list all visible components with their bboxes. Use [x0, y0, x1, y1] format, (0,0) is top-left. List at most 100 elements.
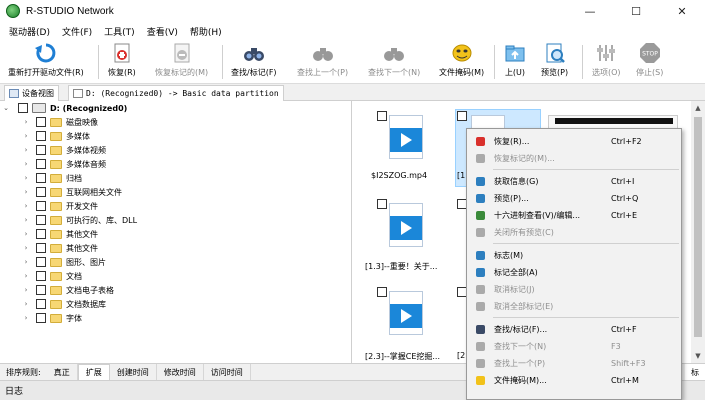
tree-item-checkbox[interactable]: [36, 257, 46, 267]
expand-icon[interactable]: ›: [22, 188, 30, 196]
menu-tools[interactable]: 工具(T): [98, 25, 141, 38]
expand-icon[interactable]: ›: [22, 202, 30, 210]
context-menu-item[interactable]: 预览(P)... Ctrl+Q: [467, 190, 681, 206]
maximize-button[interactable]: ☐: [613, 0, 659, 22]
tree-item-checkbox[interactable]: [36, 187, 46, 197]
file-checkbox[interactable]: [457, 111, 467, 121]
close-button[interactable]: ✕: [659, 0, 705, 22]
tree-item-checkbox[interactable]: [36, 201, 46, 211]
context-menu-item[interactable]: 获取信息(G) Ctrl+I: [467, 173, 681, 189]
file-checkbox[interactable]: [377, 111, 387, 121]
expand-icon[interactable]: ›: [22, 314, 30, 322]
scroll-up-icon[interactable]: ▲: [691, 101, 705, 115]
file-tile[interactable]: [2.3]--掌握CE挖掘...: [365, 285, 467, 373]
expand-icon[interactable]: ›: [22, 286, 30, 294]
tree-item[interactable]: › 文档数据库: [0, 297, 352, 311]
context-menu-item[interactable]: 十六进制查看(V)/编辑... Ctrl+E: [467, 207, 681, 223]
tree-item-checkbox[interactable]: [36, 131, 46, 141]
menu-file[interactable]: 文件(F): [56, 25, 98, 38]
context-menu-item[interactable]: 关闭所有预览(C): [467, 224, 681, 240]
expand-icon[interactable]: ›: [22, 160, 30, 168]
tree-item[interactable]: › 归档: [0, 171, 352, 185]
tree-item[interactable]: › 图形、图片: [0, 255, 352, 269]
expand-icon[interactable]: ›: [22, 244, 30, 252]
menu-drive[interactable]: 驱动器(D): [3, 25, 56, 38]
stop-button[interactable]: STOP 停止(S): [636, 42, 663, 82]
find-next-button[interactable]: 查找下一个(N): [368, 42, 420, 82]
vertical-scrollbar[interactable]: ▲ ▼: [691, 101, 705, 363]
tree-item-checkbox[interactable]: [36, 117, 46, 127]
tree-item[interactable]: › 文档电子表格: [0, 283, 352, 297]
tree-item-checkbox[interactable]: [36, 313, 46, 323]
tree-item-checkbox[interactable]: [36, 159, 46, 169]
preview-button[interactable]: 预览(P): [541, 42, 568, 82]
tree-item-checkbox[interactable]: [36, 173, 46, 183]
expand-icon[interactable]: ›: [22, 300, 30, 308]
find-prev-button[interactable]: 查找上一个(P): [297, 42, 348, 82]
file-tile[interactable]: [1.3]--重要！关于...: [365, 197, 467, 285]
expand-icon[interactable]: ›: [22, 216, 30, 224]
context-menu-item[interactable]: 标志(M): [467, 247, 681, 263]
tree-item-checkbox[interactable]: [36, 271, 46, 281]
sort-tab-mark[interactable]: 标: [685, 364, 705, 380]
context-menu-item[interactable]: 取消标记(J): [467, 281, 681, 297]
tree-item[interactable]: › 多媒体音频: [0, 157, 352, 171]
sort-tab-modified[interactable]: 修改时间: [157, 364, 204, 380]
up-button[interactable]: 上(U): [504, 42, 526, 82]
expand-icon[interactable]: ›: [22, 230, 30, 238]
context-menu-item[interactable]: 文件掩码(M)... Ctrl+M: [467, 372, 681, 388]
expand-icon[interactable]: ›: [22, 272, 30, 280]
tree-root-checkbox[interactable]: [18, 103, 28, 113]
menu-view[interactable]: 查看(V): [141, 25, 184, 38]
context-menu-item[interactable]: 查找下一个(N) F3: [467, 338, 681, 354]
file-checkbox[interactable]: [377, 287, 387, 297]
tree-item-checkbox[interactable]: [36, 229, 46, 239]
tab-device-view[interactable]: 设备视图: [4, 85, 59, 101]
file-mask-button[interactable]: 文件掩码(M): [439, 42, 484, 82]
tree-item-checkbox[interactable]: [36, 145, 46, 155]
tree-item-checkbox[interactable]: [36, 243, 46, 253]
tree-item[interactable]: › 开发文件: [0, 199, 352, 213]
tree-item[interactable]: › 多媒体视频: [0, 143, 352, 157]
options-button[interactable]: 选项(O): [592, 42, 621, 82]
tree-item-checkbox[interactable]: [36, 299, 46, 309]
tab-partition-path[interactable]: D: (Recognized0) -> Basic data partition: [68, 85, 284, 101]
context-menu-item[interactable]: 查找上一个(P) Shift+F3: [467, 355, 681, 371]
tree-item[interactable]: › 多媒体: [0, 129, 352, 143]
collapse-icon[interactable]: ⌄: [2, 104, 10, 112]
menu-help[interactable]: 帮助(H): [184, 25, 228, 38]
expand-icon[interactable]: ›: [22, 118, 30, 126]
context-menu-item[interactable]: 查找/标记(F)... Ctrl+F: [467, 321, 681, 337]
recover-button[interactable]: 恢复(R): [108, 42, 136, 82]
context-menu-item[interactable]: 恢复标记的(M)...: [467, 150, 681, 166]
tree-item[interactable]: › 其他文件: [0, 227, 352, 241]
tree-item[interactable]: › 互联网相关文件: [0, 185, 352, 199]
find-mark-button[interactable]: 查找/标记(F): [231, 42, 277, 82]
tree-item[interactable]: › 字体: [0, 311, 352, 325]
reopen-drive-button[interactable]: 重新打开驱动文件(R): [8, 42, 84, 82]
file-checkbox[interactable]: [377, 199, 387, 209]
expand-icon[interactable]: ›: [22, 132, 30, 140]
sort-tab-extension[interactable]: 扩展: [77, 364, 110, 380]
tree-root[interactable]: ⌄ D: (Recognized0): [0, 101, 352, 115]
tree-item[interactable]: › 文档: [0, 269, 352, 283]
tree-item[interactable]: › 磁盘映像: [0, 115, 352, 129]
scroll-down-icon[interactable]: ▼: [691, 349, 705, 363]
minimize-button[interactable]: —: [567, 0, 613, 22]
tree-item[interactable]: › 可执行的、库、DLL: [0, 213, 352, 227]
tree-item-checkbox[interactable]: [36, 215, 46, 225]
sort-tab-real[interactable]: 真正: [47, 364, 78, 380]
scroll-thumb[interactable]: [694, 117, 702, 337]
context-menu-item[interactable]: 取消全部标记(E): [467, 298, 681, 314]
expand-icon[interactable]: ›: [22, 258, 30, 266]
expand-icon[interactable]: ›: [22, 146, 30, 154]
expand-icon[interactable]: ›: [22, 174, 30, 182]
sort-tab-accessed[interactable]: 访问时间: [204, 364, 251, 380]
sort-tab-created[interactable]: 创建时间: [110, 364, 157, 380]
context-menu-item[interactable]: 恢复(R)... Ctrl+F2: [467, 133, 681, 149]
tree-item[interactable]: › 其他文件: [0, 241, 352, 255]
context-menu-item[interactable]: 标记全部(A): [467, 264, 681, 280]
file-tile[interactable]: $I2SZOG.mp4: [371, 109, 467, 197]
recover-marked-button[interactable]: 恢复标记的(M): [155, 42, 208, 82]
tree-item-checkbox[interactable]: [36, 285, 46, 295]
